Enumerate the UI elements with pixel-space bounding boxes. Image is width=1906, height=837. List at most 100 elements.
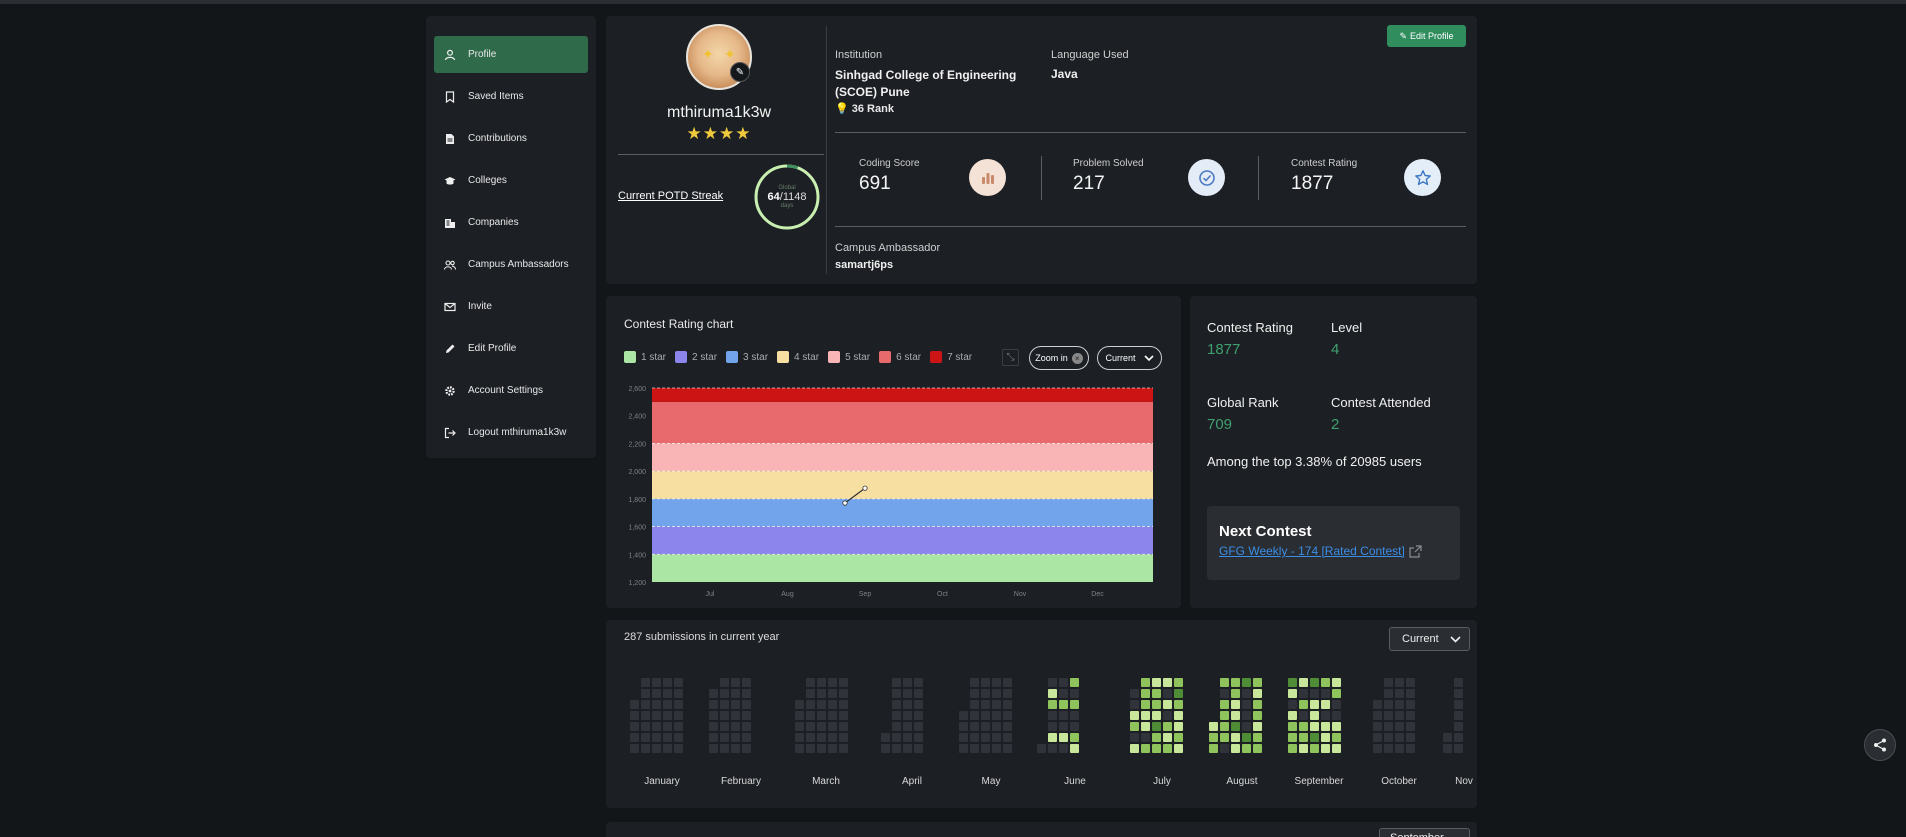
heatmap-cell[interactable] <box>806 711 815 720</box>
heatmap-cell[interactable] <box>1321 722 1330 731</box>
heatmap-cell[interactable] <box>903 744 912 753</box>
heatmap-cell[interactable] <box>731 733 740 742</box>
heatmap-cell[interactable] <box>1152 722 1161 731</box>
heatmap-cell[interactable] <box>1454 678 1463 687</box>
heatmap-cell[interactable] <box>981 700 990 709</box>
sidebar-item-companies[interactable]: Companies <box>434 204 588 241</box>
heatmap-cell[interactable] <box>663 689 672 698</box>
heatmap-cell[interactable] <box>1231 678 1240 687</box>
heatmap-cell[interactable] <box>1141 744 1150 753</box>
heatmap-cell[interactable] <box>1070 711 1079 720</box>
heatmap-cell[interactable] <box>720 700 729 709</box>
sidebar-item-saved[interactable]: Saved Items <box>434 78 588 115</box>
heatmap-cell[interactable] <box>1174 711 1183 720</box>
heatmap-cell[interactable] <box>663 711 672 720</box>
heatmap-cell[interactable] <box>1242 744 1251 753</box>
heatmap-cell[interactable] <box>709 689 718 698</box>
heatmap-cell[interactable] <box>1141 711 1150 720</box>
heatmap-cell[interactable] <box>1242 733 1251 742</box>
sidebar-item-campus[interactable]: Campus Ambassadors <box>434 246 588 283</box>
heatmap-cell[interactable] <box>1048 744 1057 753</box>
heatmap-cell[interactable] <box>795 744 804 753</box>
heatmap-cell[interactable] <box>731 744 740 753</box>
heatmap-cell[interactable] <box>709 722 718 731</box>
heatmap-cell[interactable] <box>806 722 815 731</box>
heatmap-cell[interactable] <box>981 689 990 698</box>
heatmap-cell[interactable] <box>1037 744 1046 753</box>
heatmap-cell[interactable] <box>663 744 672 753</box>
heatmap-cell[interactable] <box>709 711 718 720</box>
heatmap-cell[interactable] <box>1059 711 1068 720</box>
heatmap-cell[interactable] <box>970 689 979 698</box>
heatmap-cell[interactable] <box>1130 700 1139 709</box>
heatmap-cell[interactable] <box>1384 689 1393 698</box>
heatmap-cell[interactable] <box>839 744 848 753</box>
heatmap-cell[interactable] <box>1443 744 1452 753</box>
heatmap-cell[interactable] <box>839 711 848 720</box>
heatmap-cell[interactable] <box>1242 722 1251 731</box>
avatar-edit-icon[interactable]: ✎ <box>730 62 750 82</box>
potd-streak-link[interactable]: Current POTD Streak <box>618 190 723 202</box>
heatmap-cell[interactable] <box>892 733 901 742</box>
heatmap-cell[interactable] <box>1003 678 1012 687</box>
heatmap-cell[interactable] <box>1332 744 1341 753</box>
heatmap-cell[interactable] <box>1310 700 1319 709</box>
sidebar-item-account[interactable]: Account Settings <box>434 372 588 409</box>
institution-name[interactable]: Sinhgad College of Engineering (SCOE) Pu… <box>835 67 1025 101</box>
heatmap-cell[interactable] <box>981 711 990 720</box>
heatmap-cell[interactable] <box>914 711 923 720</box>
heatmap-cell[interactable] <box>981 722 990 731</box>
heatmap-cell[interactable] <box>1454 689 1463 698</box>
heatmap-cell[interactable] <box>1141 689 1150 698</box>
heatmap-cell[interactable] <box>731 700 740 709</box>
heatmap-cell[interactable] <box>795 722 804 731</box>
heatmap-cell[interactable] <box>1163 733 1172 742</box>
heatmap-cell[interactable] <box>1048 700 1057 709</box>
heatmap-cell[interactable] <box>1332 700 1341 709</box>
heatmap-cell[interactable] <box>1310 678 1319 687</box>
heatmap-cell[interactable] <box>1321 711 1330 720</box>
heatmap-cell[interactable] <box>970 700 979 709</box>
heatmap-cell[interactable] <box>903 711 912 720</box>
heatmap-cell[interactable] <box>1048 689 1057 698</box>
heatmap-cell[interactable] <box>817 689 826 698</box>
share-button[interactable] <box>1864 729 1896 761</box>
heatmap-cell[interactable] <box>1395 678 1404 687</box>
heatmap-cell[interactable] <box>1321 744 1330 753</box>
heatmap-cell[interactable] <box>914 733 923 742</box>
heatmap-cell[interactable] <box>674 711 683 720</box>
heatmap-cell[interactable] <box>1163 744 1172 753</box>
heatmap-cell[interactable] <box>652 689 661 698</box>
heatmap-cell[interactable] <box>992 700 1001 709</box>
heatmap-cell[interactable] <box>1059 689 1068 698</box>
heatmap-cell[interactable] <box>1288 711 1297 720</box>
sidebar-item-logout[interactable]: Logout mthiruma1k3w <box>434 414 588 451</box>
heatmap-cell[interactable] <box>992 733 1001 742</box>
heatmap-cell[interactable] <box>1152 711 1161 720</box>
heatmap-cell[interactable] <box>970 711 979 720</box>
heatmap-cell[interactable] <box>674 678 683 687</box>
sidebar-item-invite[interactable]: Invite <box>434 288 588 325</box>
heatmap-cell[interactable] <box>652 744 661 753</box>
heatmap-cell[interactable] <box>1059 733 1068 742</box>
heatmap-cell[interactable] <box>892 678 901 687</box>
ambassador-value[interactable]: samartj6ps <box>835 259 893 271</box>
heatmap-cell[interactable] <box>806 744 815 753</box>
heatmap-cell[interactable] <box>970 722 979 731</box>
heatmap-cell[interactable] <box>630 744 639 753</box>
heatmap-cell[interactable] <box>817 678 826 687</box>
heatmap-cell[interactable] <box>1130 711 1139 720</box>
heatmap-cell[interactable] <box>806 689 815 698</box>
heatmap-cell[interactable] <box>795 700 804 709</box>
heatmap-cell[interactable] <box>641 689 650 698</box>
heatmap-cell[interactable] <box>1163 711 1172 720</box>
heatmap-cell[interactable] <box>1253 722 1262 731</box>
heatmap-cell[interactable] <box>1253 678 1262 687</box>
heatmap-cell[interactable] <box>1373 711 1382 720</box>
heatmap-cell[interactable] <box>1174 733 1183 742</box>
heatmap-cell[interactable] <box>1174 744 1183 753</box>
heatmap-cell[interactable] <box>1141 733 1150 742</box>
heatmap-cell[interactable] <box>992 711 1001 720</box>
heatmap-cell[interactable] <box>731 678 740 687</box>
heatmap-cell[interactable] <box>1373 700 1382 709</box>
